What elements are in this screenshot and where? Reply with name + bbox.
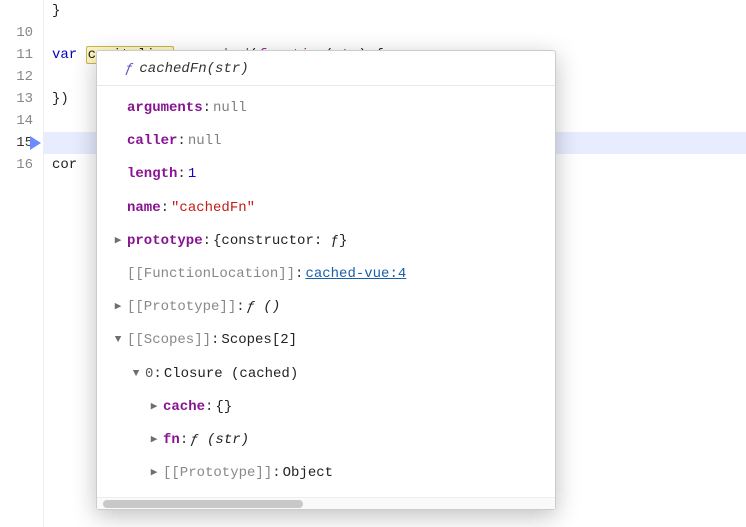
- colon: :: [153, 362, 163, 387]
- colon: :: [203, 229, 213, 254]
- keyword-var: var: [52, 47, 77, 63]
- property-row[interactable]: ▶[[Prototype]]: ƒ (): [97, 291, 555, 324]
- property-value: {}: [215, 395, 232, 420]
- line-number: 16: [0, 154, 33, 176]
- colon: :: [295, 262, 305, 287]
- colon: :: [177, 129, 187, 154]
- source-link[interactable]: cached-vue:4: [305, 262, 406, 287]
- property-key: length: [127, 162, 177, 187]
- property-key: [[FunctionLocation]]: [127, 262, 295, 287]
- colon: :: [205, 395, 215, 420]
- code-line[interactable]: }: [44, 0, 746, 22]
- collapse-arrow-icon[interactable]: ▼: [111, 331, 125, 351]
- property-row[interactable]: ▶name: "cachedFn": [97, 192, 555, 225]
- property-key: cache: [163, 395, 205, 420]
- property-value: null: [213, 96, 247, 121]
- line-number: 12: [0, 66, 33, 88]
- line-number: 10: [0, 22, 33, 44]
- property-row[interactable]: ▶prototype: {constructor: ƒ}: [97, 225, 555, 258]
- property-row[interactable]: ▶cache: {}: [97, 391, 555, 424]
- property-key: prototype: [127, 229, 203, 254]
- property-row[interactable]: ▼0: Closure (cached): [97, 358, 555, 391]
- property-key: [[Prototype]]: [163, 461, 272, 486]
- collapse-arrow-icon[interactable]: ▼: [129, 365, 143, 385]
- expand-arrow-icon[interactable]: ▶: [147, 464, 161, 484]
- code-line[interactable]: [44, 22, 746, 44]
- line-number: [0, 0, 33, 22]
- inspector-title: cachedFn(str): [139, 61, 248, 77]
- property-value: "cachedFn": [171, 196, 255, 221]
- line-number-current: 15: [0, 132, 33, 154]
- line-number: 13: [0, 88, 33, 110]
- property-key: [[Scopes]]: [127, 328, 211, 353]
- property-row[interactable]: ▶[[FunctionLocation]]: cached-vue:4: [97, 258, 555, 291]
- colon: :: [177, 162, 187, 187]
- property-value: null: [188, 129, 222, 154]
- property-row[interactable]: ▶[[Prototype]]: Object: [97, 457, 555, 490]
- property-value: Closure (cached): [164, 362, 298, 387]
- property-row[interactable]: ▶caller: null: [97, 125, 555, 158]
- horizontal-scrollbar[interactable]: [97, 497, 555, 509]
- property-key: fn: [163, 428, 180, 453]
- colon: :: [211, 328, 221, 353]
- property-key: caller: [127, 129, 177, 154]
- colon: :: [203, 96, 213, 121]
- property-row[interactable]: ▶arguments: null: [97, 92, 555, 125]
- line-number-gutter: 10 11 12 13 14 15 16: [0, 0, 44, 527]
- property-key: name: [127, 196, 161, 221]
- colon: :: [236, 295, 246, 320]
- property-row[interactable]: ▶1: Global {window: Window, self: Window: [97, 490, 555, 497]
- expand-arrow-icon[interactable]: ▶: [147, 431, 161, 451]
- scrollbar-thumb[interactable]: [103, 500, 303, 508]
- colon: :: [180, 428, 190, 453]
- property-value: Object: [283, 461, 333, 486]
- property-key: arguments: [127, 96, 203, 121]
- property-row[interactable]: ▶length: 1: [97, 158, 555, 191]
- expand-arrow-icon[interactable]: ▶: [111, 232, 125, 252]
- property-key: [[Prototype]]: [127, 295, 236, 320]
- property-value: 1: [188, 162, 196, 187]
- property-value: {constructor: ƒ}: [213, 229, 347, 254]
- expand-arrow-icon[interactable]: ▶: [147, 398, 161, 418]
- function-badge-icon: ƒ: [125, 61, 133, 77]
- property-row[interactable]: ▼[[Scopes]]: Scopes[2]: [97, 324, 555, 357]
- line-number: 14: [0, 110, 33, 132]
- execution-pointer-icon: [30, 136, 41, 150]
- colon: :: [161, 196, 171, 221]
- inspector-body[interactable]: ▶arguments: null▶caller: null▶length: 1▶…: [97, 86, 555, 497]
- line-number: 11: [0, 44, 33, 66]
- value-inspector-popup[interactable]: ƒcachedFn(str) ▶arguments: null▶caller: …: [96, 50, 556, 510]
- inspector-header: ƒ cachedFn(str): [97, 51, 555, 86]
- property-row[interactable]: ▶fn: ƒ (str): [97, 424, 555, 457]
- property-key: 0: [145, 362, 153, 387]
- expand-arrow-icon[interactable]: ▶: [111, 298, 125, 318]
- colon: :: [272, 461, 282, 486]
- property-value: ƒ (str): [190, 428, 249, 453]
- property-value: ƒ (): [247, 295, 281, 320]
- property-value: Scopes[2]: [221, 328, 297, 353]
